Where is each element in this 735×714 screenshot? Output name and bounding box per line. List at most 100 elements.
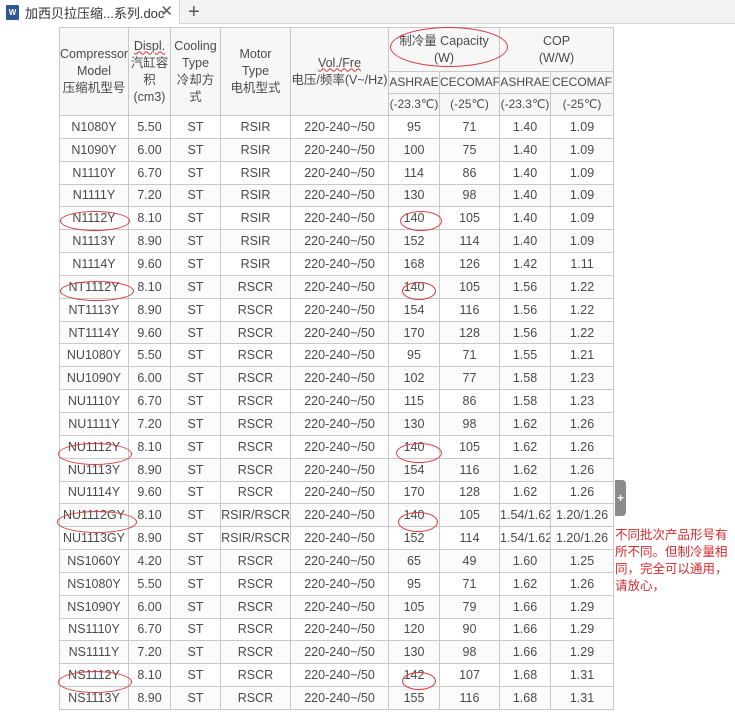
tab-bar: W 加西贝拉压缩...系列.doc ✕ + bbox=[0, 0, 735, 24]
cell-capacity-ashrae: 114 bbox=[388, 160, 440, 185]
header-displ: Displ. 汽缸容积 (cm3) bbox=[128, 27, 171, 116]
annotation-ring-nu1112y-capacity bbox=[396, 443, 442, 463]
close-icon[interactable]: ✕ bbox=[160, 3, 173, 21]
cell-cop-ashrae: 1.62 bbox=[499, 457, 552, 482]
cell-cooling: ST bbox=[170, 389, 221, 413]
cell-cop-cecomaf: 1.29 bbox=[550, 640, 615, 665]
cell-cooling: ST bbox=[170, 571, 221, 596]
table-row: N1113Y 8.90 ST RSIR 220-240~/50 152 114 1.40 1.0… bbox=[59, 229, 615, 254]
table-row: NS1111Y 7.20 ST RSCR 220-240~/50 130 98 1.66 1.2… bbox=[59, 640, 615, 665]
cell-displ: 5.50 bbox=[128, 571, 171, 596]
cell-cop-cecomaf: 1.31 bbox=[550, 663, 615, 688]
cell-motor: RSIR bbox=[220, 252, 291, 276]
cell-motor: RSCR bbox=[220, 640, 291, 665]
annotation-ring-nt1112y-capacity bbox=[402, 282, 436, 300]
cell-cooling: ST bbox=[170, 366, 221, 391]
cell-displ: 9.60 bbox=[128, 480, 171, 505]
cell-capacity-cecomaf: 126 bbox=[438, 252, 501, 276]
cell-capacity-ashrae: 170 bbox=[388, 320, 440, 345]
header-vol: Vol./Fre 电压/频率(V~/Hz) bbox=[290, 27, 389, 116]
cell-cop-cecomaf: 1.29 bbox=[550, 617, 615, 642]
cell-capacity-cecomaf: 105 bbox=[438, 274, 501, 299]
cell-cop-cecomaf: 1.31 bbox=[550, 686, 615, 710]
cell-displ: 9.60 bbox=[128, 252, 171, 276]
cell-cop-ashrae: 1.40 bbox=[499, 183, 552, 208]
cell-capacity-ashrae: 102 bbox=[388, 366, 440, 391]
cell-capacity-ashrae: 155 bbox=[388, 686, 440, 710]
cell-capacity-ashrae: 115 bbox=[388, 389, 440, 413]
cell-cop-ashrae: 1.62 bbox=[499, 480, 552, 505]
table-row: NU1080Y 5.50 ST RSCR 220-240~/50 95 71 1.55 1.21 bbox=[59, 343, 615, 368]
cell-displ: 8.10 bbox=[128, 663, 171, 688]
cell-capacity-ashrae: 130 bbox=[388, 183, 440, 208]
cell-model: NT1114Y bbox=[59, 320, 129, 345]
cell-motor: RSIR bbox=[220, 160, 291, 185]
cell-displ: 8.90 bbox=[128, 297, 171, 322]
cell-displ: 7.20 bbox=[128, 183, 171, 208]
cell-cop-ashrae: 1.62 bbox=[499, 571, 552, 596]
cell-displ: 6.70 bbox=[128, 389, 171, 413]
cell-vol: 220-240~/50 bbox=[290, 411, 389, 436]
annotation-ring-n1112y-capacity bbox=[400, 211, 442, 231]
table-row: N1080Y 5.50 ST RSIR 220-240~/50 95 71 1.40 1.09 bbox=[59, 115, 615, 139]
cell-cooling: ST bbox=[170, 594, 221, 619]
table-row: NS1110Y 6.70 ST RSCR 220-240~/50 120 90 1.66 1.2… bbox=[59, 617, 615, 642]
cell-motor: RSCR bbox=[220, 457, 291, 482]
cell-capacity-ashrae: 100 bbox=[388, 137, 440, 162]
header-capacity-temp-ashrae: (-23.3℃) bbox=[388, 93, 440, 116]
cell-capacity-ashrae: 95 bbox=[388, 571, 440, 596]
cell-model: NU1080Y bbox=[59, 343, 129, 368]
cell-vol: 220-240~/50 bbox=[290, 617, 389, 642]
cell-displ: 8.10 bbox=[128, 434, 171, 459]
cell-capacity-cecomaf: 71 bbox=[438, 115, 501, 139]
cell-capacity-cecomaf: 114 bbox=[438, 229, 501, 254]
cell-motor: RSIR/RSCR bbox=[220, 526, 291, 551]
cell-capacity-ashrae: 130 bbox=[388, 640, 440, 665]
cell-cop-cecomaf: 1.26 bbox=[550, 571, 615, 596]
cell-displ: 6.70 bbox=[128, 160, 171, 185]
cell-motor: RSCR bbox=[220, 411, 291, 436]
header-capacity-ashrae: ASHRAE bbox=[388, 71, 440, 94]
cell-cooling: ST bbox=[170, 115, 221, 139]
cell-cop-cecomaf: 1.23 bbox=[550, 366, 615, 391]
annotation-ring-nu1112gy-capacity bbox=[398, 512, 438, 532]
cell-cop-ashrae: 1.40 bbox=[499, 160, 552, 185]
cell-cop-ashrae: 1.56 bbox=[499, 297, 552, 322]
cell-capacity-cecomaf: 105 bbox=[438, 434, 501, 459]
annotation-note: 不同批次产品形号有所不同。但制冷量相同，完全可以通用，请放心， bbox=[615, 528, 728, 593]
table-row: N1111Y 7.20 ST RSIR 220-240~/50 130 98 1.40 1.09 bbox=[59, 183, 615, 208]
new-tab-icon[interactable]: + bbox=[188, 1, 200, 23]
cell-cooling: ST bbox=[170, 320, 221, 345]
cell-model: NU1110Y bbox=[59, 389, 129, 413]
table-row: NU1112Y 8.10 ST RSCR 220-240~/50 140 105 1.62 1.… bbox=[59, 434, 615, 459]
cell-motor: RSCR bbox=[220, 274, 291, 299]
header-cop-cecomaf: CECOMAF bbox=[550, 71, 615, 94]
cell-displ: 4.20 bbox=[128, 549, 171, 573]
cell-cop-ashrae: 1.42 bbox=[499, 252, 552, 276]
cell-model: N1113Y bbox=[59, 229, 129, 254]
cell-model: N1090Y bbox=[59, 137, 129, 162]
document-tab[interactable]: W 加西贝拉压缩...系列.doc ✕ bbox=[0, 0, 180, 24]
cell-displ: 6.00 bbox=[128, 366, 171, 391]
cell-motor: RSIR bbox=[220, 206, 291, 231]
annotation-ring-n1112y bbox=[60, 211, 130, 231]
table-row: NS1060Y 4.20 ST RSCR 220-240~/50 65 49 1.60 1.25 bbox=[59, 549, 615, 573]
cell-cooling: ST bbox=[170, 343, 221, 368]
cell-cop-cecomaf: 1.26 bbox=[550, 411, 615, 436]
cell-motor: RSCR bbox=[220, 663, 291, 688]
expand-table-icon[interactable]: + bbox=[615, 480, 626, 516]
cell-cop-cecomaf: 1.09 bbox=[550, 137, 615, 162]
cell-cooling: ST bbox=[170, 640, 221, 665]
header-capacity-cecomaf: CECOMAF bbox=[438, 71, 501, 94]
cell-motor: RSIR bbox=[220, 137, 291, 162]
cell-model: NU1114Y bbox=[59, 480, 129, 505]
cell-motor: RSCR bbox=[220, 549, 291, 573]
header-cooling: Cooling Type 冷却方式 bbox=[170, 27, 221, 116]
cell-capacity-cecomaf: 86 bbox=[438, 160, 501, 185]
cell-capacity-ashrae: 168 bbox=[388, 252, 440, 276]
cell-vol: 220-240~/50 bbox=[290, 434, 389, 459]
cell-vol: 220-240~/50 bbox=[290, 297, 389, 322]
cell-vol: 220-240~/50 bbox=[290, 571, 389, 596]
cell-motor: RSCR bbox=[220, 594, 291, 619]
cell-model: N1110Y bbox=[59, 160, 129, 185]
